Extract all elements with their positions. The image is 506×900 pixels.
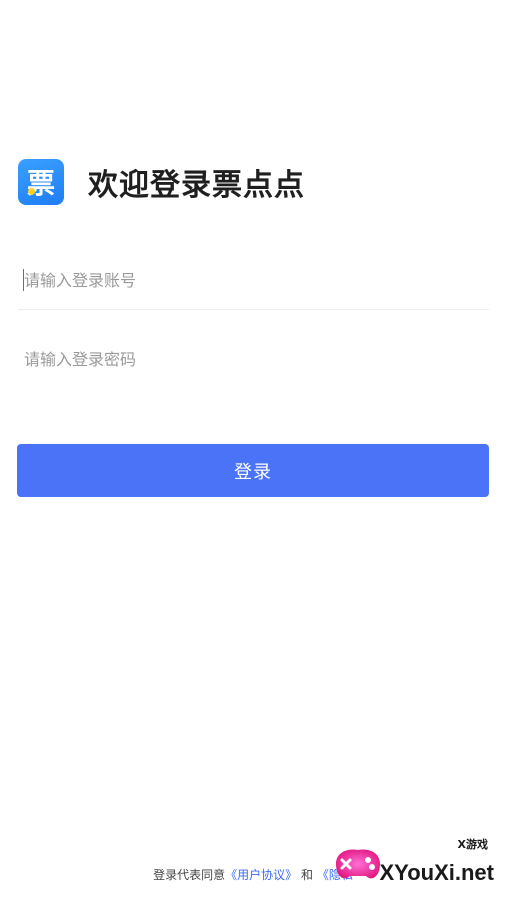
agreement-conjunction: 和 xyxy=(301,868,314,882)
account-input[interactable] xyxy=(18,270,489,290)
account-field[interactable] xyxy=(18,251,489,310)
watermark: X游戏 XYouXi.net xyxy=(328,836,498,892)
logo-dot xyxy=(28,188,35,195)
page-title: 欢迎登录票点点 xyxy=(88,168,305,203)
text-caret xyxy=(23,269,24,291)
password-input[interactable] xyxy=(18,349,489,369)
ticket-logo-icon: 票 xyxy=(18,159,64,205)
logo-glyph: 票 xyxy=(26,167,55,200)
password-field[interactable] xyxy=(18,330,489,388)
page-header: 票 欢迎登录票点点 xyxy=(18,159,305,205)
agreement-prefix: 登录代表同意 xyxy=(153,868,226,882)
user-agreement-link[interactable]: 《用户协议》 xyxy=(225,868,297,882)
login-button[interactable]: 登录 xyxy=(17,444,489,497)
watermark-text: XYouXi.net xyxy=(379,860,495,885)
watermark-subtext: X游戏 xyxy=(457,838,488,851)
